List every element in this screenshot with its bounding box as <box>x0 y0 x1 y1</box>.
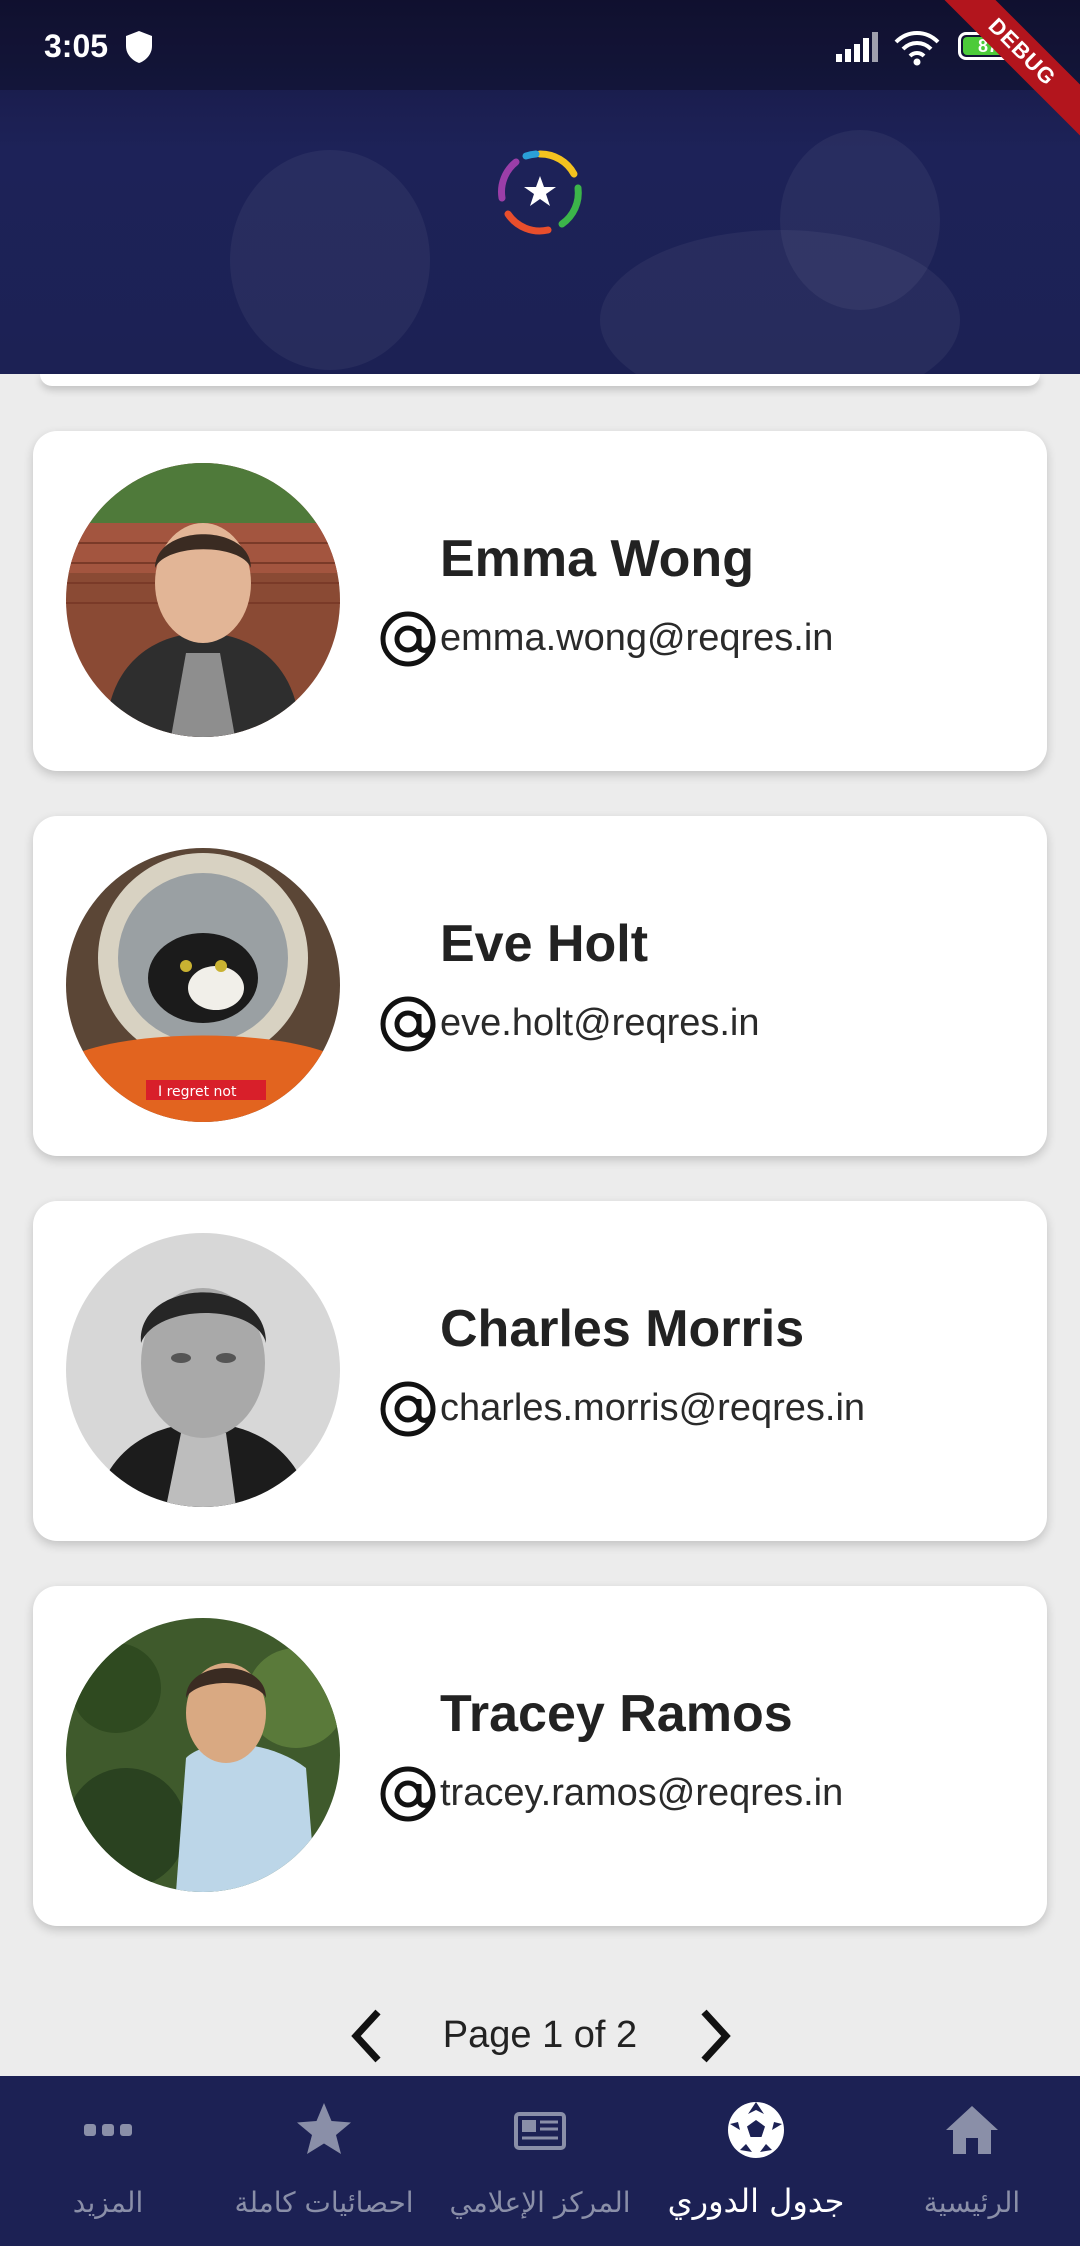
at-sign-icon <box>380 611 436 667</box>
user-card[interactable]: Tracey Ramos tracey.ramos@reqres.in <box>33 1586 1047 1926</box>
nav-item-full-stats[interactable]: احصائيات كاملة <box>216 2076 432 2246</box>
user-name: Eve Holt <box>440 915 649 973</box>
user-avatar <box>66 463 340 737</box>
newspaper-icon <box>514 2112 566 2150</box>
user-avatar: I regret not <box>66 848 340 1122</box>
app-header: 3:05 87 DEBUG <box>0 0 1080 374</box>
svg-text:I regret not: I regret not <box>158 1084 237 1100</box>
pagination: Page 1 of 2 <box>0 1996 1080 2076</box>
star-icon <box>297 2103 351 2154</box>
page-indicator: Page 1 of 2 <box>442 2014 638 2056</box>
nav-item-league-table[interactable]: جدول الدوري <box>648 2076 864 2246</box>
league-logo-icon <box>498 150 582 235</box>
chevron-right-icon[interactable] <box>682 2006 742 2066</box>
user-card[interactable]: I regret not Eve Holt eve.holt@reqres.in <box>33 816 1047 1156</box>
user-email: tracey.ramos@reqres.in <box>440 1772 844 1814</box>
chevron-left-icon[interactable] <box>340 2006 400 2066</box>
header-background-figure <box>230 150 430 370</box>
nav-label: الرئيسية <box>923 2186 1021 2219</box>
user-card-partial <box>40 374 1040 386</box>
nav-label: المركز الإعلامي <box>449 2186 631 2219</box>
nav-label: المزيد <box>72 2186 144 2219</box>
signal-icon <box>836 32 878 62</box>
user-avatar <box>66 1233 340 1507</box>
nav-item-home[interactable]: الرئيسية <box>864 2076 1080 2246</box>
at-sign-icon <box>380 1381 436 1437</box>
user-avatar <box>66 1618 340 1892</box>
user-name: Tracey Ramos <box>440 1685 793 1743</box>
nav-item-more[interactable]: المزيد <box>0 2076 216 2246</box>
bottom-navigation: المزيد احصائيات كاملة المركز الإعلامي جد… <box>0 2076 1080 2246</box>
user-card[interactable]: Charles Morris charles.morris@reqres.in <box>33 1201 1047 1541</box>
user-card[interactable]: Emma Wong emma.wong@reqres.in <box>33 431 1047 771</box>
soccer-ball-icon <box>728 2102 784 2158</box>
status-bar: 3:05 87 <box>0 0 1080 90</box>
user-name: Emma Wong <box>440 530 754 588</box>
nav-item-media-center[interactable]: المركز الإعلامي <box>432 2076 648 2246</box>
user-email: charles.morris@reqres.in <box>440 1387 866 1429</box>
nav-label: احصائيات كاملة <box>234 2186 414 2219</box>
status-time: 3:05 <box>44 28 109 64</box>
user-email: eve.holt@reqres.in <box>440 1002 760 1044</box>
nav-label: جدول الدوري <box>667 2182 845 2220</box>
at-sign-icon <box>380 1766 436 1822</box>
more-icon <box>84 2124 132 2136</box>
at-sign-icon <box>380 996 436 1052</box>
home-icon <box>946 2106 998 2154</box>
user-email: emma.wong@reqres.in <box>440 617 834 659</box>
wifi-icon <box>894 31 940 66</box>
user-name: Charles Morris <box>440 1300 805 1358</box>
shield-icon <box>126 31 152 63</box>
